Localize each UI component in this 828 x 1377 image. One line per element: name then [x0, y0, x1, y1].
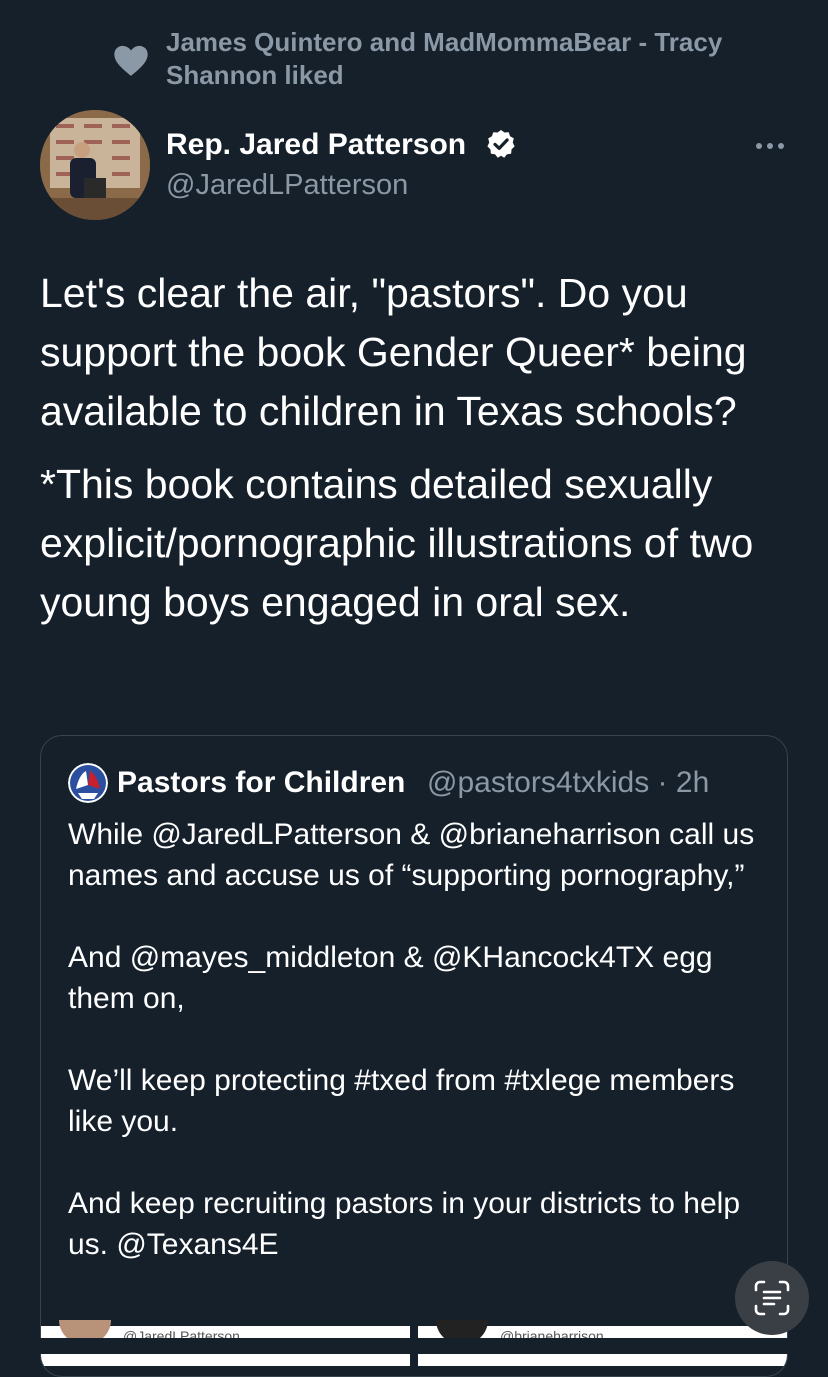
pastors-logo-icon [68, 763, 108, 803]
quoted-time: 2h [675, 766, 710, 799]
text-scan-icon [754, 1280, 790, 1316]
quoted-text: While @JaredLPatterson & @brianeharrison… [68, 814, 758, 1306]
avatar[interactable] [40, 110, 150, 220]
avatar-photo [40, 110, 150, 220]
social-context-text: James Quintero and MadMommaBear - Tracy … [166, 27, 723, 90]
tweet-paragraph: *This book contains detailed sexually ex… [40, 461, 754, 625]
quoted-paragraph: And @mayes_middleton & @KHancock4TX egg … [68, 941, 713, 1015]
meta-separator: · [657, 766, 668, 799]
quoted-meta: @pastors4txkids · 2h [427, 764, 709, 802]
tweet-paragraph: Let's clear the air, "pastors". Do you s… [40, 270, 747, 434]
tweet-text: Let's clear the air, "pastors". Do you s… [40, 264, 800, 646]
author-name[interactable]: Rep. Jared Patterson [166, 126, 466, 164]
verified-badge-icon [487, 130, 515, 158]
bottom-edge [0, 1338, 828, 1354]
quoted-paragraph: While @JaredLPatterson & @brianeharrison… [68, 818, 755, 892]
quoted-author-handle: @pastors4txkids [427, 766, 650, 799]
live-text-scan-button[interactable] [735, 1261, 809, 1335]
quoted-avatar [68, 763, 108, 803]
quoted-paragraph: And keep recruiting pastors in your dist… [68, 1187, 740, 1261]
quoted-author-name: Pastors for Children [117, 766, 406, 799]
heart-icon [114, 45, 148, 76]
more-options-icon[interactable] [754, 140, 786, 152]
quoted-paragraph: We’ll keep protecting #txed from #txlege… [68, 1064, 735, 1138]
author-handle[interactable]: @JaredLPatterson [166, 167, 408, 203]
quoted-tweet[interactable]: Pastors for Children @pastors4txkids · 2… [40, 735, 788, 1377]
